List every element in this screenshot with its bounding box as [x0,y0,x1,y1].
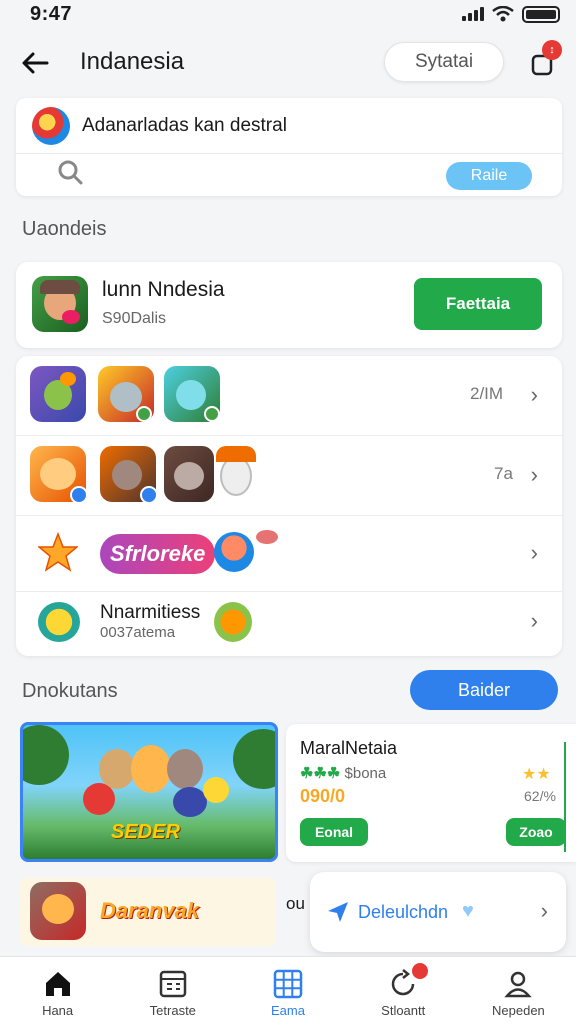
banner-caption: ou [286,894,305,913]
row-title: Nnarmitiess [100,602,201,623]
search-card: Adanarladas kan destral Raile [16,98,562,196]
search-icon[interactable] [56,158,84,186]
status-pill-button[interactable]: Sytatai [384,42,504,82]
wifi-icon [492,6,514,22]
calculator-icon [159,970,187,998]
region-flag-icon [32,107,70,145]
list-item[interactable]: Sfrloreke › [16,516,562,592]
status-icons [462,5,560,23]
banner-title: Daranvak [100,898,200,923]
game-icon [216,444,260,502]
bottom-tab-bar: Hana Tetraste Eama Stloantt Nepeden [0,956,576,1024]
star-character-icon [36,531,80,572]
game-icon [214,532,254,572]
signal-icon [462,7,484,21]
game-icon [30,446,88,504]
candy-icon [256,530,278,544]
user-icon [504,971,533,998]
game-icon [100,446,158,504]
tab-label: Eama [271,1003,305,1018]
heart-icon: ♥ [462,900,474,922]
tab-home[interactable]: Hana [0,957,115,1024]
featured-app-card[interactable]: lunn Nndesia S90Dalis Faettaia [16,262,562,348]
game-icon [38,602,80,642]
clover-icons: ☘☘☘ [300,765,341,782]
grid-icon [273,969,303,999]
game-logo: Sfrloreke [100,534,216,574]
tab-calculator[interactable]: Tetraste [115,957,230,1024]
tab-badge [411,963,428,979]
game-icon [30,882,86,940]
row-count: 2/IM [470,384,504,403]
product-info-card[interactable]: MaralNetaia ☘☘☘ $bona ★★ 090/0 62/% Eona… [286,724,576,862]
chevron-right-icon[interactable]: › [531,382,538,408]
chevron-right-icon[interactable]: › [531,608,538,634]
arrow-left-icon [22,52,49,74]
header: Indanesia Sytatai ↕ [0,36,576,88]
game-icon [30,366,86,422]
section-heading: Dnokutans [22,680,118,702]
search-query-row[interactable]: Adanarladas kan destral [16,98,562,154]
share-tooltip[interactable]: Deleulchdn ♥ › [310,872,566,952]
notification-badge: ↕ [542,40,562,60]
status-time: 9:47 [30,2,73,25]
battery-icon [522,5,560,23]
chevron-right-icon[interactable]: › [531,540,538,566]
featured-title: lunn Nndesia [102,278,225,301]
product-left-button[interactable]: Eonal [300,818,368,846]
tab-label: Nepeden [492,1003,545,1018]
chevron-right-icon[interactable]: › [541,898,548,924]
tooltip-label: Deleulchdn [358,902,449,922]
tab-label: Stloantt [381,1003,426,1018]
tab-grid[interactable]: Eama [230,957,345,1024]
game-icon [98,366,154,422]
list-item[interactable]: 2/IM › [16,356,562,436]
edge-divider [564,742,566,852]
home-icon [45,972,70,996]
list-item[interactable]: 7a › [16,436,562,516]
search-query[interactable]: Adanarladas kan destral [82,115,287,137]
tab-profile[interactable]: Nepeden [461,957,576,1024]
page-title: Indanesia [80,48,185,75]
product-percent: 62/% [524,788,556,804]
product-price: 090/0 [300,786,346,806]
rating-text: $bona [344,765,387,782]
product-title: MaralNetaia [300,738,398,758]
featured-action-button[interactable]: Faettaia [414,278,542,330]
featured-app-icon [32,276,88,332]
promo-brand-text: SEDER [111,821,180,843]
send-icon [328,902,348,922]
list-item[interactable]: Nnarmitiess 0037atema › [16,592,562,656]
rating-stars-icon: ★★ [522,766,551,783]
promo-banner-image[interactable]: SEDER [20,722,278,862]
notification-button[interactable]: ↕ [524,40,562,82]
game-icon [164,446,214,502]
product-right-button[interactable]: Zoao [506,818,566,846]
row-subtitle: 0037atema [100,624,176,641]
back-button[interactable] [18,46,52,80]
game-icon [164,366,220,422]
row-count: 7a [494,464,513,483]
tab-refresh[interactable]: Stloantt [346,957,461,1024]
game-icon [214,602,252,642]
tab-label: Hana [42,1003,74,1018]
status-bar: 9:47 [0,0,576,28]
chevron-right-icon[interactable]: › [531,462,538,488]
section-heading: Uaondeis [22,218,107,240]
tab-label: Tetraste [149,1003,196,1018]
bottom-promo-banner[interactable]: Daranvak [20,878,276,946]
app-list-card: 2/IM › 7a › Sfrloreke › Nnarmitiess 0037… [16,356,562,656]
product-rating-text: ☘☘☘ $bona [300,764,386,782]
featured-subtitle: S90Dalis [102,310,167,327]
section-action-button[interactable]: Baider [410,670,558,710]
search-button[interactable]: Raile [446,162,532,190]
